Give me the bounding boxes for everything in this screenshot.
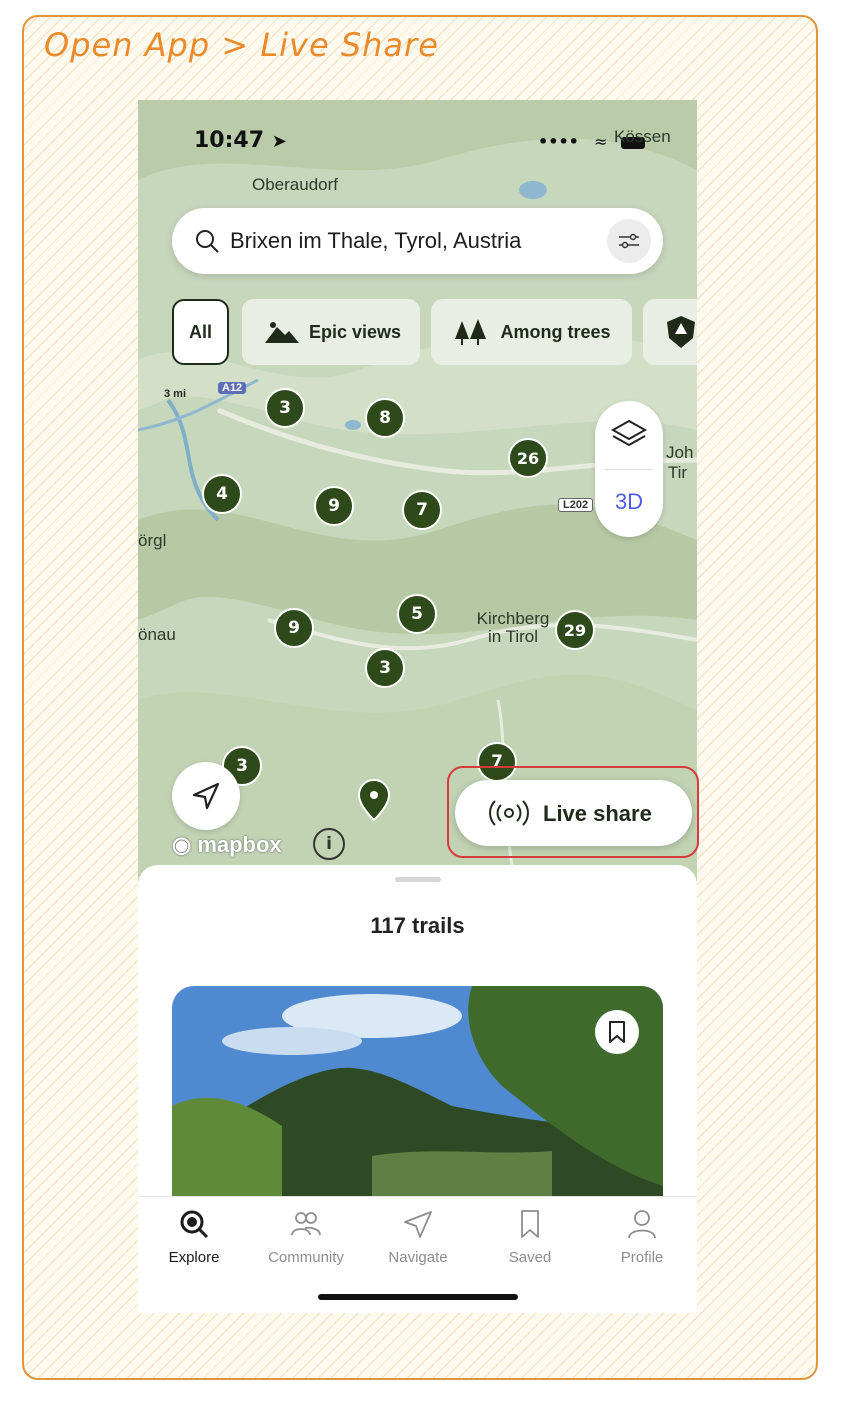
3d-toggle-button[interactable]: 3D — [595, 489, 663, 515]
info-icon[interactable]: i — [313, 828, 345, 860]
trail-cluster[interactable]: 3 — [365, 648, 405, 688]
trail-cluster[interactable]: 26 — [508, 438, 548, 478]
trail-cluster[interactable]: 4 — [202, 474, 242, 514]
road-tag-a12: A12 — [218, 382, 247, 394]
community-icon — [291, 1212, 321, 1236]
map-pin-icon[interactable] — [357, 778, 391, 822]
bookmark-icon — [609, 1021, 625, 1043]
search-icon — [196, 230, 219, 253]
location-arrow-icon — [192, 782, 220, 810]
tab-saved[interactable]: Saved — [474, 1207, 586, 1266]
bookmark-icon — [521, 1210, 539, 1238]
map-label-kossen: Kössen — [614, 127, 671, 146]
map-label-worgl: örgl — [138, 531, 167, 550]
save-trail-button[interactable] — [595, 1010, 639, 1054]
locate-button[interactable] — [172, 762, 240, 830]
trail-cluster[interactable]: 7 — [402, 490, 442, 530]
sliders-icon — [619, 233, 639, 249]
annotation-title: Open App > Live Share — [44, 26, 439, 64]
map-label-joh: Joh — [666, 443, 694, 462]
chip-label: Among trees — [500, 321, 611, 342]
trail-cluster[interactable]: 29 — [555, 610, 595, 650]
filter-button[interactable] — [607, 219, 651, 263]
live-share-highlight — [447, 766, 699, 858]
mapbox-logo: ◉ mapbox — [172, 832, 282, 857]
tab-label: Profile — [620, 1249, 664, 1266]
status-time: 10:47 ➤ — [194, 128, 287, 153]
trail-cluster[interactable]: 3 — [265, 388, 305, 428]
trees-icon — [455, 319, 487, 345]
trail-card-photo[interactable] — [172, 986, 663, 1201]
park-badge-icon — [667, 316, 695, 348]
chip-epic-views[interactable]: Epic views — [242, 299, 420, 365]
tab-label: Saved — [508, 1249, 552, 1266]
profile-icon — [628, 1210, 656, 1239]
trail-photo-image — [172, 986, 663, 1201]
chip-label: Epic views — [308, 321, 402, 342]
bottom-tab-bar: Explore Community Navigate Saved Profile — [138, 1196, 697, 1313]
map-label-onau: önau — [138, 625, 176, 644]
map-controls: 3D — [595, 401, 663, 537]
search-input[interactable]: Brixen im Thale, Tyrol, Austria — [230, 228, 521, 254]
tab-community[interactable]: Community — [250, 1207, 362, 1266]
trail-cluster[interactable]: 9 — [314, 486, 354, 526]
chip-among-trees[interactable]: Among trees — [431, 299, 632, 365]
chip-park[interactable] — [643, 299, 697, 365]
tab-navigate[interactable]: Navigate — [362, 1207, 474, 1266]
mountain-icon — [264, 322, 299, 343]
trail-cluster[interactable]: 9 — [274, 608, 314, 648]
chip-all[interactable]: All — [172, 299, 229, 365]
trail-count: 117 trails — [370, 913, 465, 938]
search-icon — [180, 1210, 209, 1239]
sheet-handle[interactable] — [395, 877, 441, 882]
home-indicator — [318, 1294, 518, 1300]
tab-label: Navigate — [388, 1249, 448, 1266]
tab-explore[interactable]: Explore — [138, 1207, 250, 1266]
tab-label: Community — [268, 1249, 344, 1266]
tab-label: Explore — [168, 1249, 220, 1266]
map-scale: 3 mi — [164, 388, 187, 400]
wifi-icon: ≈ — [594, 132, 608, 151]
navigate-icon — [404, 1211, 432, 1238]
tab-profile[interactable]: Profile — [586, 1207, 697, 1266]
trail-cluster[interactable]: 5 — [397, 594, 437, 634]
road-tag-l202: L202 — [558, 498, 594, 512]
map-label-kirchberg: Kirchberg in Tirol — [476, 609, 550, 646]
map-label-oberaudorf: Oberaudorf — [252, 175, 338, 194]
trail-cluster[interactable]: 8 — [365, 398, 405, 438]
layers-icon[interactable] — [595, 401, 663, 469]
signal-icon: •••• — [538, 132, 579, 151]
phone-screen: 10:47 ➤ •••• ≈ Kössen Oberaudorf örgl ön… — [138, 100, 697, 1313]
search-bar[interactable]: Brixen im Thale, Tyrol, Austria — [172, 208, 663, 274]
